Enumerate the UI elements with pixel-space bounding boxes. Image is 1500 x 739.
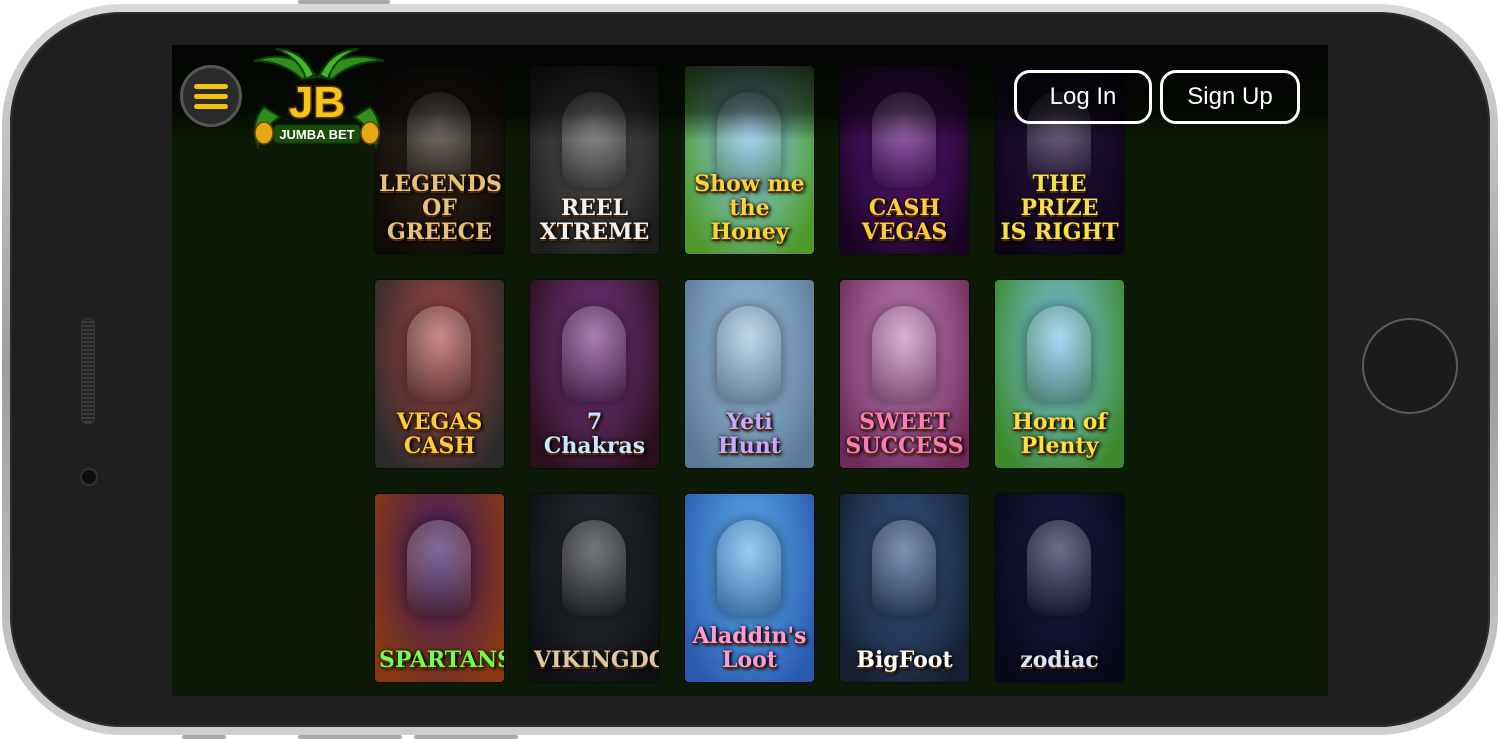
- game-title: SPARTANS: [379, 647, 504, 673]
- game-character-art: [717, 306, 781, 402]
- game-title: Aladdin's Loot: [692, 623, 807, 673]
- game-tile[interactable]: BigFoot: [840, 494, 969, 682]
- hamburger-icon: [194, 93, 228, 99]
- game-title: VEGAS CASH: [396, 409, 483, 459]
- game-title: SWEET SUCCESS: [845, 409, 964, 459]
- login-button[interactable]: Log In: [1014, 70, 1152, 124]
- hamburger-icon: [194, 83, 228, 89]
- phone-side-button: [298, 735, 402, 739]
- phone-side-button: [182, 735, 226, 739]
- phone-side-button: [298, 0, 390, 4]
- game-title: BigFoot: [856, 647, 953, 673]
- home-button[interactable]: [1362, 318, 1458, 414]
- game-character-art: [407, 520, 471, 616]
- logo-wordmark: JUMBA BET: [279, 127, 354, 142]
- game-title: VIKINGDOM: [534, 647, 659, 673]
- game-tile[interactable]: VIKINGDOM: [530, 494, 659, 682]
- app-screen: JB JUMBA BET Log In Sign Up LEGENDS OF G…: [172, 45, 1328, 696]
- signup-button[interactable]: Sign Up: [1160, 70, 1300, 124]
- game-title: LEGENDS OF GREECE: [379, 171, 502, 245]
- game-title: zodiac: [1020, 647, 1099, 673]
- game-tile[interactable]: Horn of Plenty: [995, 280, 1124, 468]
- game-tile[interactable]: Aladdin's Loot: [685, 494, 814, 682]
- phone-side-button: [414, 735, 518, 739]
- game-character-art: [717, 520, 781, 616]
- game-character-art: [872, 520, 936, 616]
- game-grid: LEGENDS OF GREECE REEL XTREME Show me the …: [375, 66, 1124, 682]
- game-tile[interactable]: 7 Chakras: [530, 280, 659, 468]
- game-character-art: [562, 306, 626, 402]
- game-title: Show me the Honey: [694, 171, 805, 245]
- game-tile[interactable]: SPARTANS: [375, 494, 504, 682]
- game-character-art: [1027, 306, 1091, 402]
- game-title: Horn of Plenty: [1012, 409, 1107, 459]
- game-character-art: [1027, 520, 1091, 616]
- game-title: 7 Chakras: [543, 409, 646, 459]
- game-title: CASH VEGAS: [861, 195, 948, 245]
- jumba-bet-logo[interactable]: JB JUMBA BET: [244, 47, 390, 155]
- front-camera: [80, 468, 98, 486]
- game-tile[interactable]: VEGAS CASH: [375, 280, 504, 468]
- hamburger-menu-button[interactable]: [180, 65, 242, 127]
- game-character-art: [407, 306, 471, 402]
- game-tile[interactable]: Yeti Hunt: [685, 280, 814, 468]
- game-character-art: [872, 306, 936, 402]
- game-title: Yeti Hunt: [718, 409, 781, 459]
- game-character-art: [562, 520, 626, 616]
- game-title: THE PRIZE IS RIGHT: [1000, 171, 1119, 245]
- hamburger-icon: [194, 103, 228, 109]
- logo-monogram: JB: [289, 78, 345, 127]
- game-tile[interactable]: zodiac: [995, 494, 1124, 682]
- game-title: REEL XTREME: [539, 195, 650, 245]
- speaker-grille: [81, 318, 95, 424]
- game-tile[interactable]: SWEET SUCCESS: [840, 280, 969, 468]
